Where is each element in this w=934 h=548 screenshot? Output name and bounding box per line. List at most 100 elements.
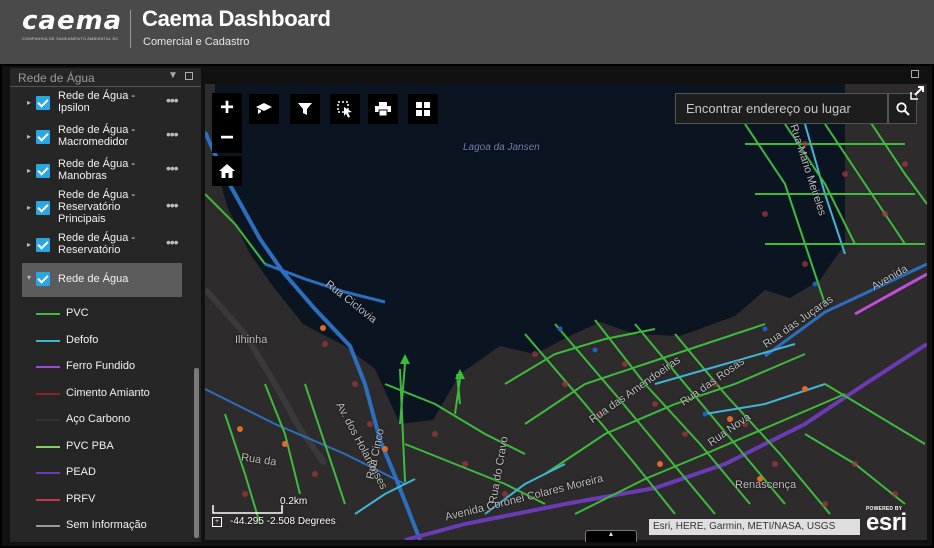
attribute-table-toggle[interactable]: ▲ [585,530,637,542]
grid-icon [416,102,430,116]
panel-header: Rede de Água ▼ [10,68,201,86]
legend-label: PEAD [66,466,96,478]
legend-swatch [36,419,60,421]
layer-label: Rede de Água - Reservatório [58,232,136,256]
layer-checkbox[interactable] [36,164,50,178]
zoom-in-button[interactable]: + [212,93,242,123]
legend-swatch [36,499,60,501]
home-button[interactable] [212,156,242,186]
neighborhood-label: Renascença [735,479,797,491]
legend-swatch [36,446,60,448]
layer-label: Rede de Água - Reservatório Principais [58,189,136,225]
legend-item: PVC [34,307,184,321]
basemap-icon [256,103,272,114]
expand-arrow-icon[interactable]: ▸ [27,166,31,175]
legend-swatch [36,366,60,368]
layer-list-panel: Rede de Água ▼ ▸ Rede de Água - Ipsilon … [10,68,201,542]
legend-swatch [36,525,60,527]
scale-label: 0.2km [280,496,308,507]
map-attribution: Esri, HERE, Garmin, METI/NASA, USGS [649,519,860,535]
app-subtitle: Comercial e Cadastro [143,36,250,48]
layer-item-macromedidor[interactable]: ▸ Rede de Água - Macromedidor ••• [22,124,182,152]
logo-subtext: COMPANHIA DE SANEAMENTO AMBIENTAL DO MAR… [22,36,118,41]
esri-logo: POWERED BY esri [866,506,922,536]
legend-label: PVC PBA [66,440,114,452]
layer-item-reservatorio-principais[interactable]: ▸ Rede de Água - Reservatório Principais… [22,189,182,229]
legend-item: Aço Carbono [34,413,184,427]
more-options-icon[interactable]: ••• [166,234,179,250]
legend-item: Ferro Fundido [34,360,184,374]
maximize-icon[interactable] [185,72,193,80]
legend-label: Aço Carbono [66,413,131,425]
legend-item: Defofo [34,334,184,348]
expand-arrow-icon[interactable]: ▸ [27,132,31,141]
legend-label: PRFV [66,493,96,505]
legend-item: PEAD [34,466,184,480]
home-icon [219,164,235,178]
panel-divider [10,86,201,87]
search-icon [895,101,910,116]
expand-arrow-icon[interactable]: ▸ [27,240,31,249]
map-view[interactable]: Lagoa da Jansen Rua Ciclovia Rua Mario M… [205,84,927,540]
layer-label: Rede de Água - Ipsilon [58,90,136,114]
print-button[interactable] [368,94,398,124]
layer-item-ipsilon[interactable]: ▸ Rede de Água - Ipsilon ••• [22,90,182,118]
more-options-icon[interactable]: ••• [166,92,179,108]
layer-checkbox[interactable] [36,238,50,252]
layer-item-manobras[interactable]: ▸ Rede de Água - Manobras ••• [22,158,182,186]
expand-arrow-icon[interactable]: ▸ [27,203,31,212]
expand-icon [910,86,924,100]
legend-swatch [36,472,60,474]
header-divider [130,10,131,48]
expand-button[interactable] [908,84,926,102]
logo-wordmark: caema [22,6,123,36]
layout-grid-button[interactable] [408,94,438,124]
zoom-out-button[interactable]: − [212,123,242,153]
print-icon [375,102,391,116]
more-options-icon[interactable]: ••• [166,160,179,176]
expand-arrow-icon[interactable]: ▸ [27,98,31,107]
layer-item-rede-de-agua[interactable]: ▾ Rede de Água [22,269,182,291]
layer-checkbox[interactable] [36,201,50,215]
legend-label: PVC [66,307,89,319]
legend-swatch [36,340,60,342]
layer-checkbox[interactable] [36,272,50,286]
more-options-icon[interactable]: ••• [166,126,179,142]
esri-wordmark: esri [866,509,907,536]
crosshair-icon[interactable]: + [212,517,222,527]
lagoa-water [213,84,845,424]
legend-swatch [36,313,60,315]
caema-logo: caema COMPANHIA DE SANEAMENTO AMBIENTAL … [22,6,123,42]
collapse-icon[interactable]: ▼ [168,70,178,81]
layer-label: Rede de Água - Manobras [58,158,136,182]
legend-label: Sem Informação [66,519,147,531]
legend-label: Ferro Fundido [66,360,136,372]
legend-label: Defofo [66,334,99,346]
legend-item: Cimento Amianto [34,387,184,401]
app-header: caema COMPANHIA DE SANEAMENTO AMBIENTAL … [0,0,934,64]
search-input[interactable]: Encontrar endereço ou lugar [675,93,888,124]
panel-scrollbar[interactable] [194,368,199,538]
layer-label: Rede de Água - Macromedidor [58,124,136,148]
filter-button[interactable] [290,94,320,124]
more-options-icon[interactable]: ••• [166,197,179,213]
select-button[interactable] [330,94,360,124]
legend-item: PVC PBA [34,440,184,454]
panel-title: Rede de Água [18,71,95,85]
legend-item: PRFV [34,493,184,507]
neighborhood-label: Ilhinha [235,334,268,346]
legend-swatch [36,393,60,395]
basemap-button[interactable] [249,94,279,124]
coordinates-text: -44.295 -2.508 Degrees [230,516,336,527]
app-title: Caema Dashboard [142,6,331,31]
lagoa-label: Lagoa da Jansen [463,142,540,153]
select-icon [337,101,352,118]
collapse-arrow-icon[interactable]: ▾ [27,273,31,282]
layer-checkbox[interactable] [36,96,50,110]
maximize-icon[interactable] [911,70,919,78]
layer-checkbox[interactable] [36,130,50,144]
layer-item-reservatorio[interactable]: ▸ Rede de Água - Reservatório ••• [22,232,182,260]
layer-label: Rede de Água [58,273,129,285]
filter-icon [298,103,312,115]
legend-label: Cimento Amianto [66,387,150,399]
